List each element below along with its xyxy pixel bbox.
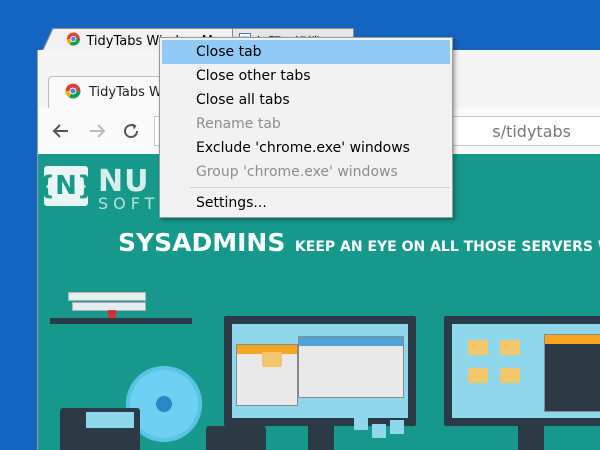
hero-heading: SYSADMINS KEEP AN EYE ON ALL THOSE SERVE… <box>118 228 600 257</box>
folder-icon <box>500 340 520 355</box>
monitor-screen <box>452 324 600 418</box>
reload-icon[interactable] <box>118 118 144 144</box>
back-arrow-icon[interactable] <box>48 118 74 144</box>
monitor-illustration <box>224 316 416 426</box>
hero-heading-small: KEEP AN EYE ON ALL THOSE SERVERS WITH <box>294 239 600 255</box>
terminal-window-illustration <box>544 334 600 412</box>
monitor-screen <box>232 324 408 418</box>
menu-separator <box>190 187 450 188</box>
monitor-stand-illustration <box>308 426 334 450</box>
sticky-note-illustration <box>354 416 368 430</box>
menu-item-close-other-tabs[interactable]: Close other tabs <box>162 64 450 88</box>
folder-icon <box>262 352 282 367</box>
phone-illustration <box>60 408 140 450</box>
folder-icon <box>500 368 520 383</box>
monitor-illustration <box>444 316 600 426</box>
sticky-note-illustration <box>390 420 404 434</box>
shelf-illustration <box>50 318 192 324</box>
menu-item-rename-tab: Rename tab <box>196 116 281 132</box>
book-illustration <box>68 292 146 301</box>
chrome-icon <box>65 83 81 103</box>
menu-item-group-windows: Group 'chrome.exe' windows <box>196 164 398 180</box>
folder-icon <box>468 368 488 383</box>
tab-context-menu: Close tab Close other tabs Close all tab… <box>159 37 453 218</box>
hero-heading-big: SYSADMINS <box>118 228 286 257</box>
printer-illustration <box>206 426 266 450</box>
nuhsoft-logo-icon: {N} <box>38 166 95 206</box>
menu-item-exclude-windows[interactable]: Exclude 'chrome.exe' windows <box>162 136 450 160</box>
menu-item-close-tab[interactable]: Close tab <box>162 40 450 64</box>
window-illustration <box>298 336 404 398</box>
chrome-icon <box>66 32 80 50</box>
forward-arrow-icon[interactable] <box>84 118 110 144</box>
monitor-stand-illustration <box>518 426 544 450</box>
sticky-note-illustration <box>372 424 386 438</box>
menu-item-settings[interactable]: Settings... <box>162 191 450 215</box>
menu-item-close-all-tabs[interactable]: Close all tabs <box>162 88 450 112</box>
address-bar-url: s/tidytabs <box>492 122 571 141</box>
browser-tab-title: TidyTabs W <box>89 85 162 100</box>
folder-icon <box>468 340 488 355</box>
logo-subtext: SOFT <box>98 194 160 213</box>
